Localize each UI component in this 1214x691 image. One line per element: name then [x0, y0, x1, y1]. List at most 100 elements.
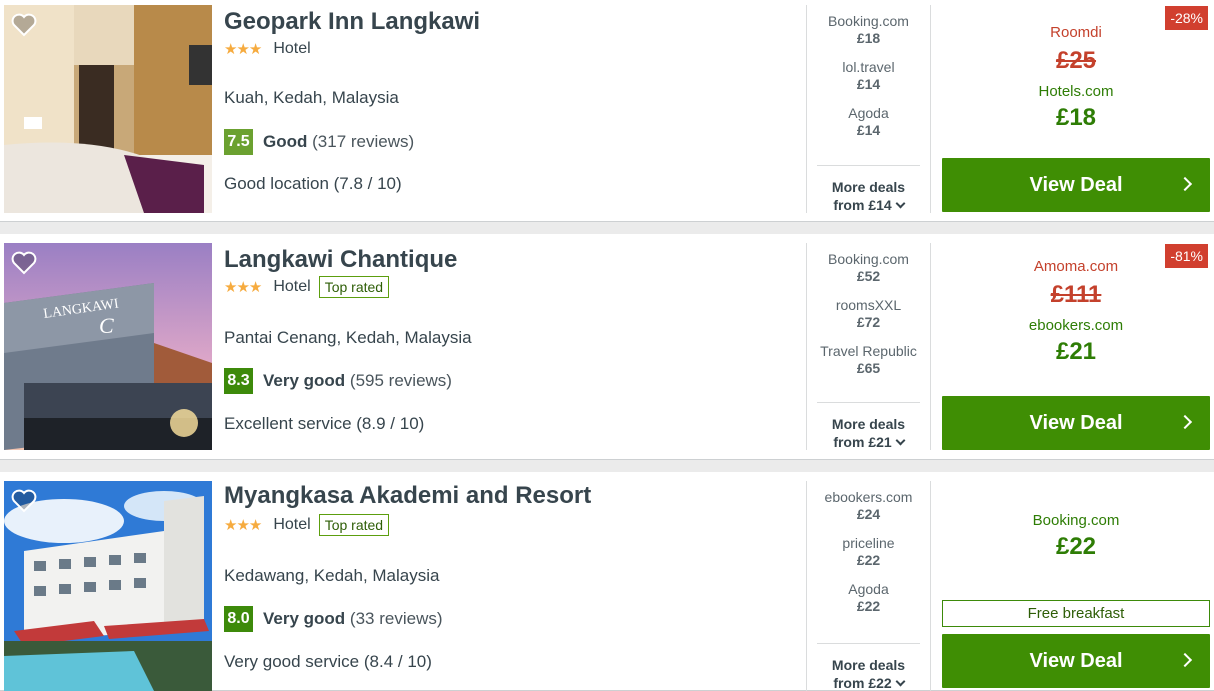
deal-site: ebookers.com	[824, 489, 913, 505]
chevron-right-icon	[1177, 176, 1193, 192]
view-deal-button[interactable]: View Deal	[942, 396, 1210, 450]
deal-item[interactable]: priceline £22	[807, 535, 930, 569]
deal-price: £22	[856, 598, 881, 614]
best-deal-site[interactable]: Hotels.com	[942, 83, 1210, 100]
deal-item[interactable]: ebookers.com £24	[807, 489, 930, 523]
more-deals-from: from £14	[833, 197, 892, 213]
hotel-category: Hotel	[273, 278, 311, 295]
deals-column: ebookers.com £24 priceline £22 Agoda £22 Mo…	[806, 481, 931, 691]
top-rated-badge: Top rated	[318, 514, 390, 536]
hotel-photo[interactable]	[4, 481, 212, 691]
best-deal-site[interactable]: Booking.com	[942, 512, 1210, 529]
chevron-right-icon	[1177, 652, 1193, 668]
deal-site: roomsXXL	[835, 297, 902, 313]
view-deal-label: View Deal	[1029, 649, 1123, 672]
deal-item[interactable]: Agoda £14	[807, 105, 930, 139]
sub-rating: Excellent service (8.9 / 10)	[224, 414, 425, 433]
rating-word: Very good	[263, 371, 346, 390]
best-deal-panel: -28% Roomdi £25 Hotels.com £18 View Deal	[942, 0, 1210, 221]
chevron-down-icon	[895, 435, 906, 446]
hotel-category: Hotel	[273, 40, 311, 57]
hotel-category-row: ★★★ Hotel Top rated	[224, 276, 390, 298]
hotel-category-row: ★★★ Hotel Top rated	[224, 514, 390, 536]
deal-site: Booking.com	[828, 251, 909, 267]
hotel-card: LANGKAWI C Langkawi Chantique ★★★ Hotel …	[0, 234, 1214, 460]
rating-score-badge: 7.5	[224, 129, 253, 155]
favorite-heart-icon[interactable]	[11, 489, 37, 513]
rating-score-badge: 8.0	[224, 606, 253, 632]
hotel-photo[interactable]	[4, 5, 212, 213]
deal-price: £18	[856, 30, 881, 46]
rating-row[interactable]: 8.3 Very good (595 reviews)	[224, 368, 452, 394]
favorite-heart-icon[interactable]	[11, 13, 37, 37]
discount-badge: -28%	[1165, 6, 1208, 30]
deal-site: Travel Republic	[820, 343, 917, 359]
deal-price: £14	[856, 76, 881, 92]
hotel-location: Kuah, Kedah, Malaysia	[224, 88, 399, 107]
hotel-name[interactable]: Geopark Inn Langkawi	[224, 8, 480, 36]
top-rated-badge: Top rated	[318, 276, 390, 298]
deals-column: Booking.com £18 lol.travel £14 Agoda £14 Mo…	[806, 5, 931, 213]
rating-score-badge: 8.3	[224, 368, 253, 394]
hotel-results-list: Geopark Inn Langkawi ★★★ Hotel Kuah, Ked…	[0, 0, 1214, 691]
more-deals-label: More deals	[831, 179, 906, 195]
best-deal-panel: -81% Amoma.com £111 ebookers.com £21 Vie…	[942, 234, 1210, 459]
original-price: £111	[1050, 281, 1102, 308]
deal-site: lol.travel	[842, 59, 895, 75]
review-count: (595 reviews)	[349, 371, 452, 390]
deal-site: Agoda	[848, 581, 889, 597]
rating-row[interactable]: 8.0 Very good (33 reviews)	[224, 606, 443, 632]
hotel-category: Hotel	[273, 516, 311, 533]
review-count: (33 reviews)	[349, 609, 443, 628]
more-deals-from: from £21	[833, 434, 892, 450]
sub-rating: Very good service (8.4 / 10)	[224, 652, 432, 671]
star-rating-icon: ★★★	[224, 517, 262, 534]
chevron-down-icon	[895, 676, 906, 687]
svg-text:C: C	[99, 313, 114, 338]
deals-column: Booking.com £52 roomsXXL £72 Travel Republ…	[806, 243, 931, 450]
sub-rating: Good location (7.8 / 10)	[224, 174, 402, 193]
more-deals-label: More deals	[831, 416, 906, 432]
deal-site: Agoda	[848, 105, 889, 121]
view-deal-label: View Deal	[1029, 411, 1123, 434]
view-deal-button[interactable]: View Deal	[942, 634, 1210, 688]
deal-site: Booking.com	[828, 13, 909, 29]
hotel-name[interactable]: Myangkasa Akademi and Resort	[224, 482, 591, 510]
hotel-photo[interactable]: LANGKAWI C	[4, 243, 212, 450]
more-deals-button[interactable]: More deals from £21	[817, 402, 920, 450]
review-count: (317 reviews)	[312, 132, 415, 151]
deal-price: £24	[856, 506, 881, 522]
best-deal-price[interactable]: £21	[942, 338, 1210, 366]
rating-row[interactable]: 7.5 Good (317 reviews)	[224, 129, 414, 155]
more-deals-label: More deals	[831, 657, 906, 673]
star-rating-icon: ★★★	[224, 279, 262, 296]
hotel-location: Kedawang, Kedah, Malaysia	[224, 566, 440, 585]
favorite-heart-icon[interactable]	[11, 251, 37, 275]
view-deal-label: View Deal	[1029, 173, 1123, 196]
deal-item[interactable]: Booking.com £18	[807, 13, 930, 47]
deal-item[interactable]: Travel Republic £65	[807, 343, 930, 377]
hotel-location: Pantai Cenang, Kedah, Malaysia	[224, 328, 472, 347]
best-deal-price[interactable]: £22	[942, 533, 1210, 561]
best-deal-site[interactable]: ebookers.com	[942, 317, 1210, 334]
more-deals-button[interactable]: More deals from £14	[817, 165, 920, 213]
deal-item[interactable]: Agoda £22	[807, 581, 930, 615]
chevron-right-icon	[1177, 414, 1193, 430]
deal-item[interactable]: roomsXXL £72	[807, 297, 930, 331]
best-deal-panel: Booking.com £22 Free breakfast View Deal	[942, 472, 1210, 690]
chevron-down-icon	[895, 198, 906, 209]
view-deal-button[interactable]: View Deal	[942, 158, 1210, 212]
best-deal-price[interactable]: £18	[942, 104, 1210, 132]
hotel-card: Myangkasa Akademi and Resort ★★★ Hotel T…	[0, 472, 1214, 691]
more-deals-button[interactable]: More deals from £22	[817, 643, 920, 691]
star-rating-icon: ★★★	[224, 41, 262, 58]
deal-price: £22	[856, 552, 881, 568]
more-deals-from: from £22	[833, 675, 892, 691]
deal-item[interactable]: lol.travel £14	[807, 59, 930, 93]
hotel-name[interactable]: Langkawi Chantique	[224, 246, 457, 274]
deal-price: £14	[856, 122, 881, 138]
deal-item[interactable]: Booking.com £52	[807, 251, 930, 285]
free-breakfast-badge: Free breakfast	[942, 600, 1210, 627]
deal-price: £72	[856, 314, 881, 330]
hotel-category-row: ★★★ Hotel	[224, 40, 311, 58]
